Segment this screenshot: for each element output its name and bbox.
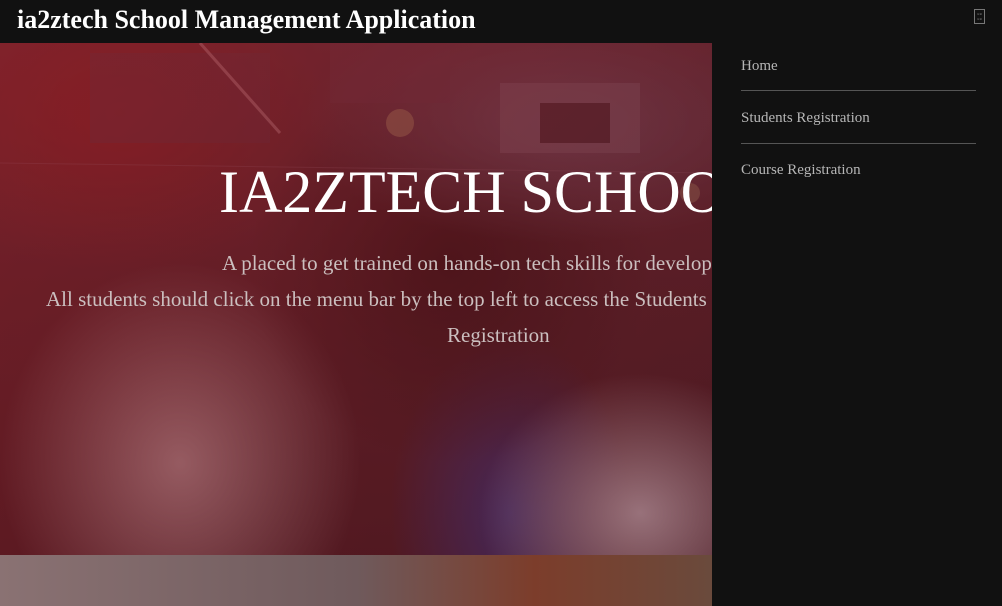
toggle-glyph-bottom: ▫▫ <box>977 16 982 21</box>
nav-item-students-registration[interactable]: Students Registration <box>741 108 976 128</box>
side-navigation: Home Students Registration Course Regist… <box>712 43 1002 606</box>
hero-bottom-strip <box>0 555 712 606</box>
nav-item-course-registration[interactable]: Course Registration <box>741 160 976 180</box>
nav-item-home[interactable]: Home <box>741 56 976 76</box>
close-sidenav-icon[interactable]: ▫▫ ▫▫ <box>974 9 985 24</box>
hero-overlay <box>0 43 712 555</box>
nav-divider <box>741 143 976 144</box>
nav-divider <box>741 90 976 91</box>
app-title: ia2ztech School Management Application <box>17 5 476 34</box>
hero-section <box>0 43 712 606</box>
top-bar: ia2ztech School Management Application ▫… <box>0 0 1002 43</box>
